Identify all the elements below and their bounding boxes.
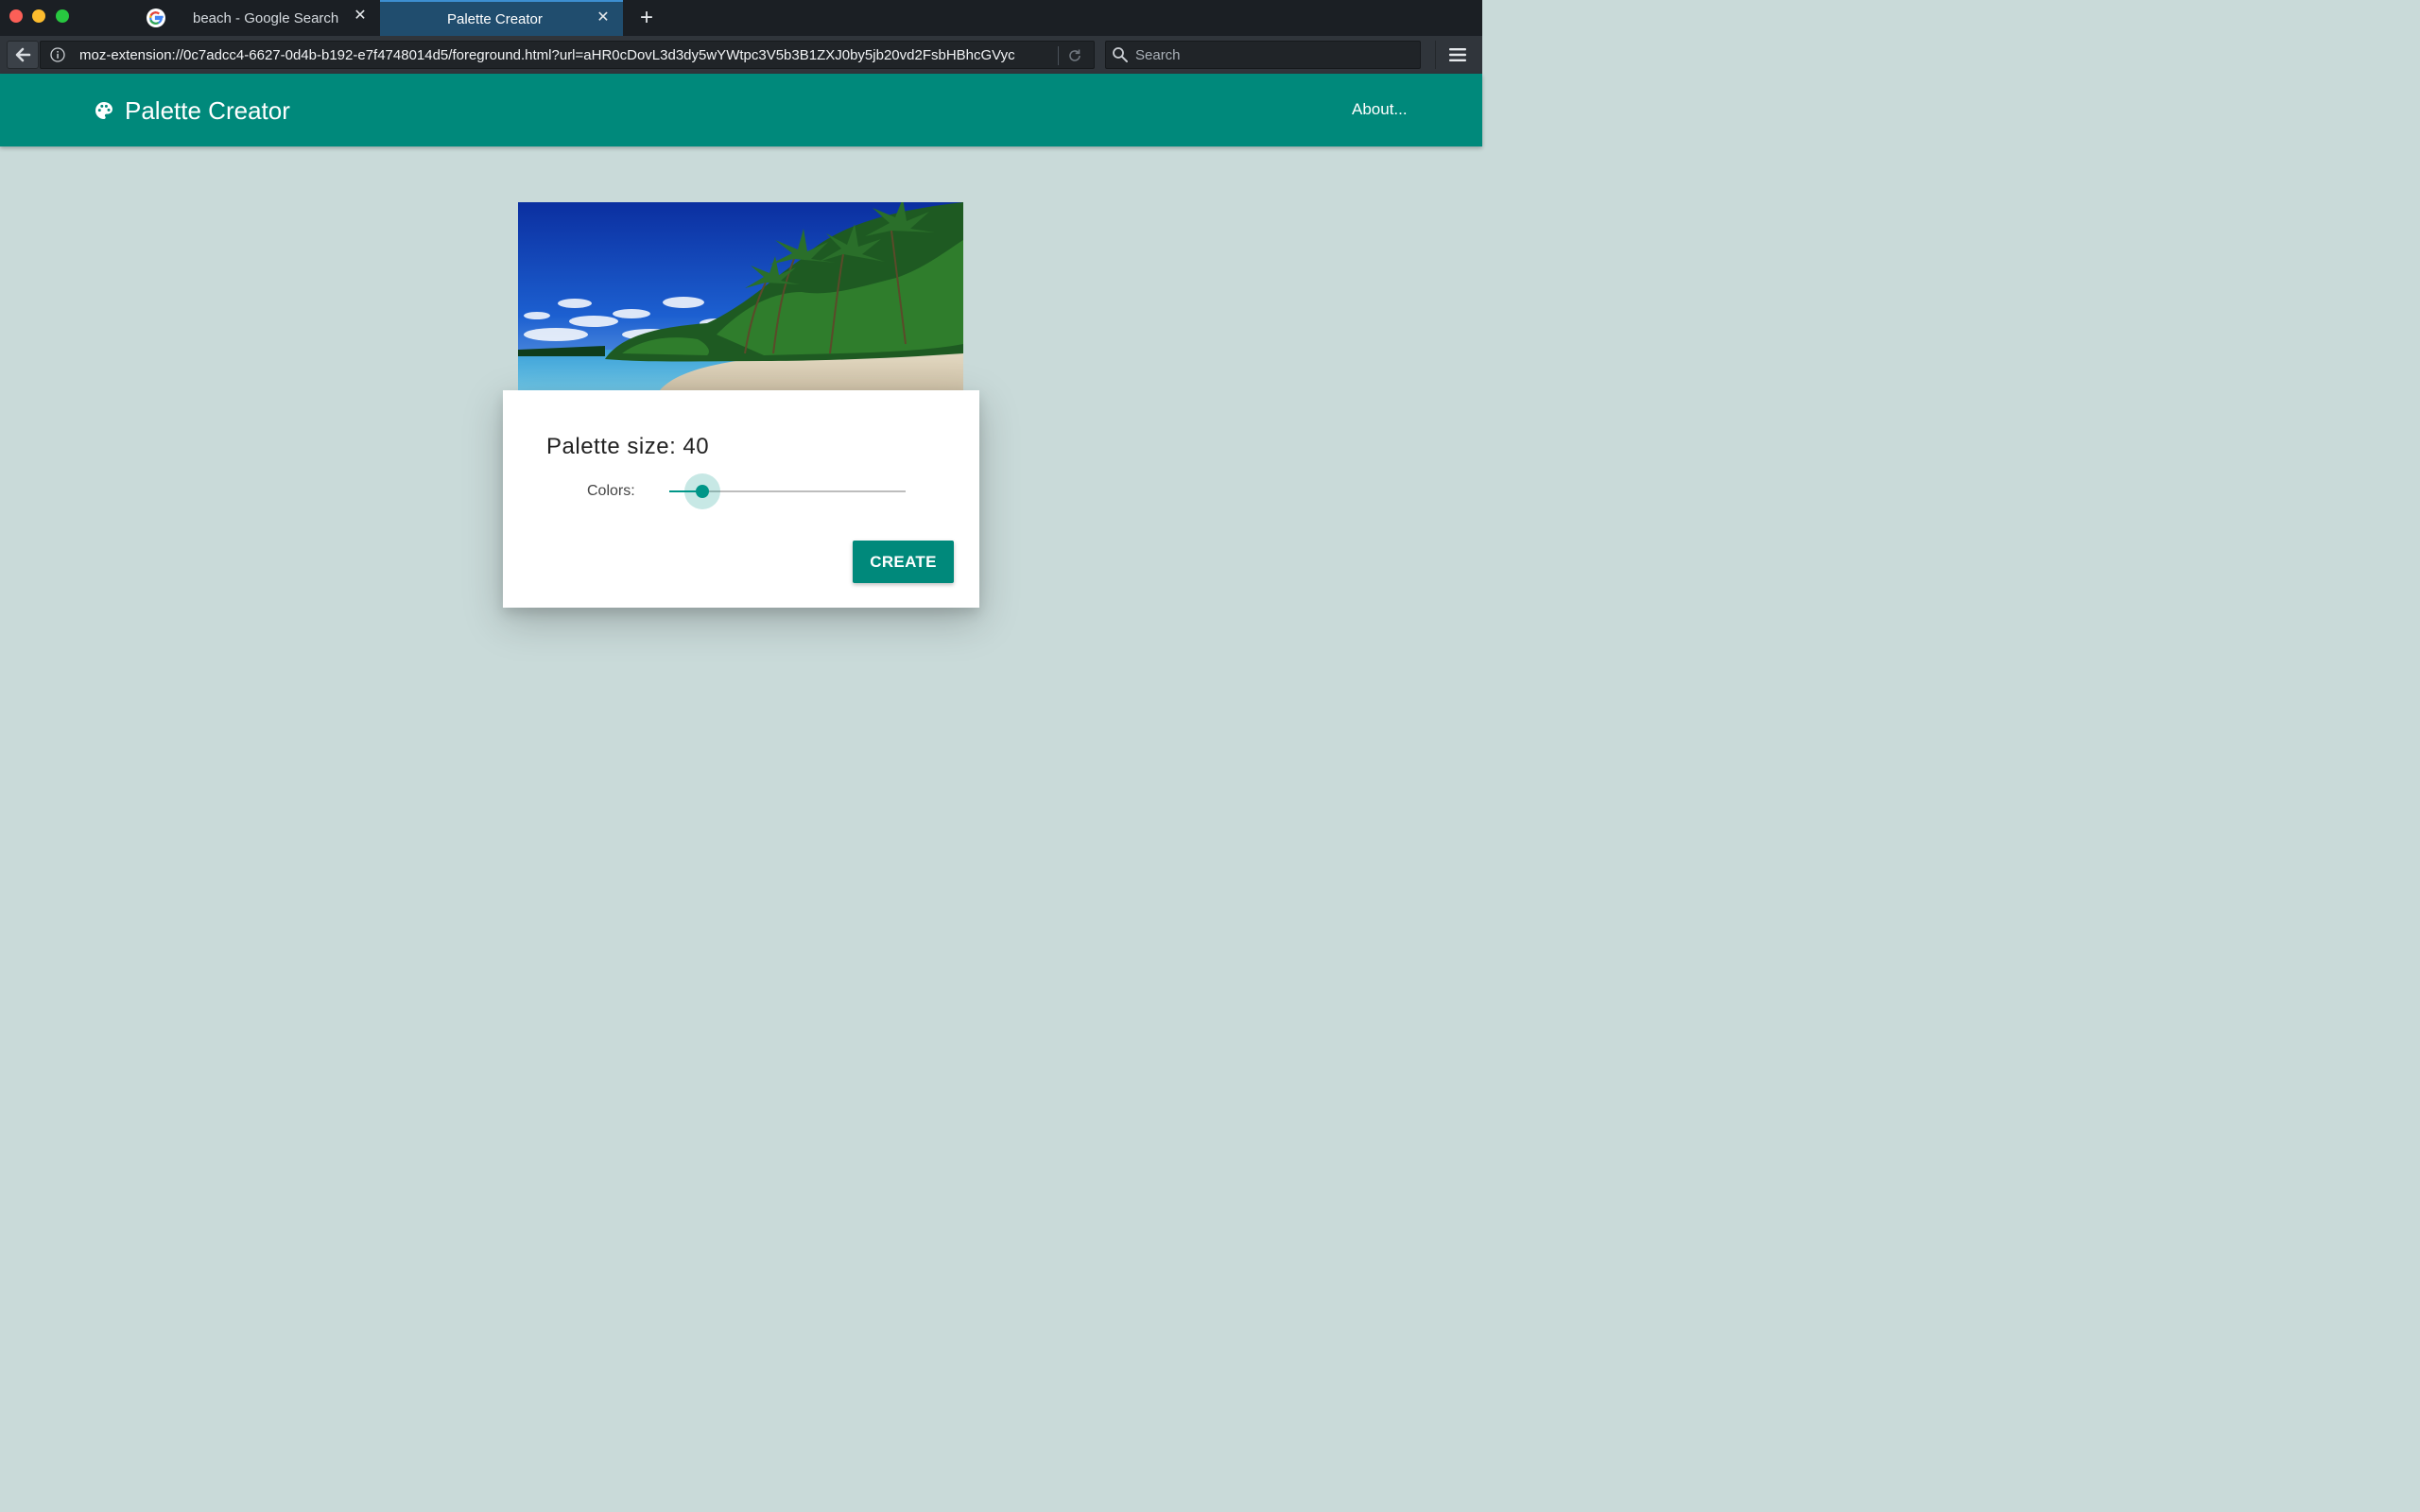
- google-g-icon: [147, 9, 165, 27]
- zoom-window-button[interactable]: [56, 9, 69, 23]
- info-icon[interactable]: [50, 47, 65, 62]
- back-button[interactable]: [7, 41, 39, 69]
- tab-title: beach - Google Search: [193, 9, 339, 26]
- colors-label: Colors:: [587, 483, 635, 499]
- palette-dialog: Palette size: 40 Colors: CREATE: [503, 390, 979, 608]
- url-bar[interactable]: moz-extension://0c7adcc4-6627-0d4b-b192-…: [40, 41, 1095, 69]
- palette-icon: [95, 102, 113, 119]
- hamburger-menu-button[interactable]: [1435, 41, 1479, 69]
- tab-palette-creator[interactable]: Palette Creator ✕: [380, 0, 623, 36]
- search-bar[interactable]: Search: [1105, 41, 1421, 69]
- slider-thumb[interactable]: [696, 485, 709, 498]
- app-header: Palette Creator About...: [0, 74, 1482, 146]
- close-window-button[interactable]: [9, 9, 23, 23]
- new-tab-button[interactable]: +: [635, 6, 658, 30]
- colors-slider[interactable]: [669, 472, 906, 510]
- close-tab-icon[interactable]: ✕: [352, 8, 369, 25]
- hamburger-icon: [1449, 48, 1466, 61]
- minimize-window-button[interactable]: [32, 9, 45, 23]
- palette-size-heading: Palette size: 40: [546, 434, 710, 459]
- beach-image: [518, 202, 963, 390]
- search-placeholder: Search: [1135, 47, 1181, 63]
- search-icon: [1113, 47, 1128, 62]
- close-tab-icon[interactable]: ✕: [595, 9, 612, 26]
- browser-titlebar: beach - Google Search ✕ Palette Creator …: [0, 0, 1482, 36]
- app-title: Palette Creator: [125, 96, 290, 125]
- browser-navbar: moz-extension://0c7adcc4-6627-0d4b-b192-…: [0, 36, 1482, 74]
- url-separator: [1058, 46, 1059, 65]
- create-button[interactable]: CREATE: [853, 541, 954, 583]
- reload-icon[interactable]: [1067, 48, 1082, 63]
- about-link[interactable]: About...: [1352, 100, 1408, 119]
- url-text[interactable]: moz-extension://0c7adcc4-6627-0d4b-b192-…: [79, 47, 1025, 63]
- tab-title: Palette Creator: [447, 10, 543, 27]
- tab-google-search[interactable]: beach - Google Search ✕: [132, 0, 380, 36]
- back-arrow-icon: [15, 47, 31, 62]
